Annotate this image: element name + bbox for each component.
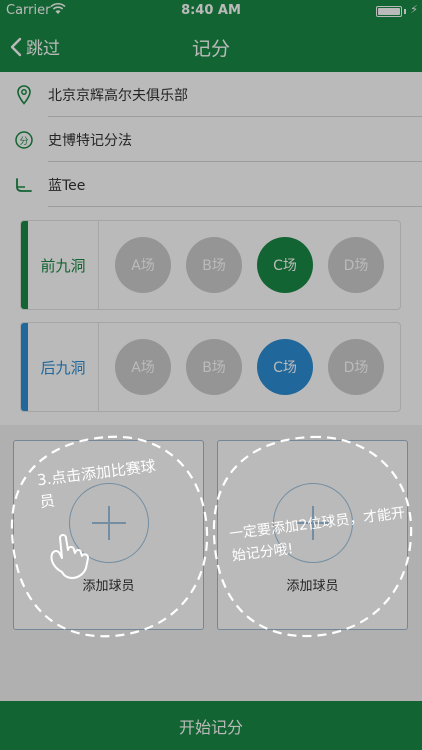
tutorial-highlight-outlines (10, 435, 413, 638)
tap-hand-icon (50, 534, 89, 579)
